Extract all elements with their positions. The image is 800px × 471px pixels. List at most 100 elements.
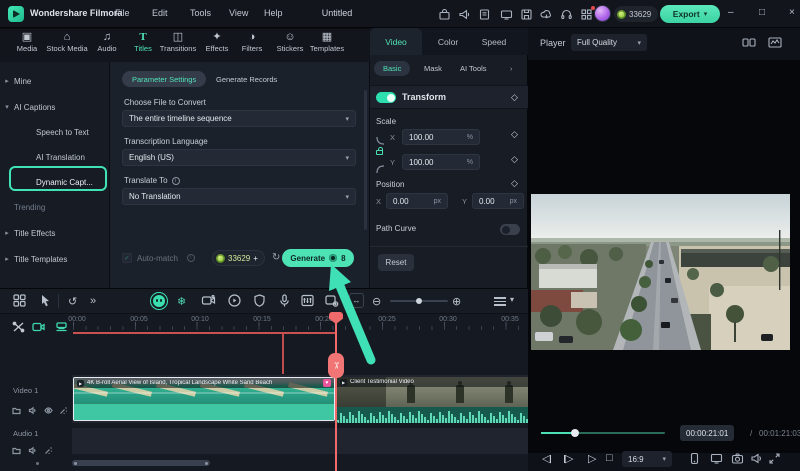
fit-timeline-icon[interactable]: ↔: [349, 293, 364, 308]
playback-progress-slider[interactable]: [541, 432, 665, 434]
menu-tools[interactable]: Tools: [190, 8, 211, 18]
chevron-down-icon[interactable]: ▾: [510, 295, 514, 304]
language-select[interactable]: English (US) ▾: [122, 149, 356, 166]
render-preview-icon[interactable]: [227, 293, 242, 313]
keyframe-diamond-icon[interactable]: ◇: [511, 92, 518, 103]
dual-screen-icon[interactable]: [742, 36, 756, 54]
timeline-horizontal-scrollbar[interactable]: [72, 460, 210, 466]
notes-icon[interactable]: [478, 8, 491, 21]
speed-ramp-camera-icon[interactable]: [201, 293, 216, 313]
speaker-icon[interactable]: [750, 452, 763, 470]
tv-display-icon[interactable]: [710, 452, 723, 470]
playhead-line[interactable]: [335, 313, 337, 471]
file-convert-select[interactable]: The entire timeline sequence ▾: [122, 110, 356, 127]
support-headset-icon[interactable]: [560, 8, 573, 21]
tab-video[interactable]: Video: [370, 28, 422, 55]
save-icon[interactable]: [520, 8, 533, 21]
split-scissors-badge[interactable]: ✂: [328, 353, 344, 378]
chevron-right-icon[interactable]: ›: [510, 64, 513, 73]
transform-toggle[interactable]: [376, 92, 396, 103]
tab-parameter-settings[interactable]: Parameter Settings: [122, 71, 206, 87]
tab-speed[interactable]: Speed: [474, 28, 514, 55]
quick-split-icon[interactable]: [12, 320, 25, 338]
testimonial-clip[interactable]: ▶ Client Testimonial Video: [337, 377, 528, 423]
reset-button[interactable]: Reset: [378, 254, 414, 271]
panel-scrollbar[interactable]: [364, 90, 367, 230]
wand-icon[interactable]: [59, 402, 68, 420]
tab-transitions[interactable]: ◫Transitions: [160, 31, 196, 53]
tab-generate-records[interactable]: Generate Records: [216, 75, 277, 84]
menu-view[interactable]: View: [229, 8, 248, 18]
cloud-download-icon[interactable]: [540, 8, 553, 21]
folder-icon[interactable]: [12, 442, 21, 460]
keyframe-diamond-icon[interactable]: ◇: [511, 129, 518, 140]
close-button[interactable]: ×: [789, 7, 795, 18]
tab-media[interactable]: ▣Media: [17, 31, 37, 53]
scope-waveform-icon[interactable]: [768, 36, 782, 54]
menu-file[interactable]: File: [115, 8, 130, 18]
record-voiceover-icon[interactable]: [277, 293, 292, 313]
select-cursor-icon[interactable]: [38, 293, 53, 313]
redo-icon[interactable]: »: [90, 295, 96, 307]
phone-preview-icon[interactable]: [688, 452, 701, 470]
beach-clip[interactable]: ▶ 4K B-roll Aerial View of Island, Tropi…: [73, 377, 335, 421]
track-camera-icon[interactable]: [32, 320, 45, 338]
menu-help[interactable]: Help: [264, 8, 283, 18]
ai-frost-effect-icon[interactable]: ❄: [177, 295, 186, 308]
scale-y-input[interactable]: 100.00 %: [402, 154, 480, 170]
scale-x-input[interactable]: 100.00 %: [402, 129, 480, 145]
store-icon[interactable]: [438, 8, 451, 21]
maximize-button[interactable]: □: [759, 7, 765, 18]
audio-mixer-icon[interactable]: [300, 293, 315, 313]
aspect-ratio-select[interactable]: 16:9 ▾: [622, 451, 672, 467]
minimize-button[interactable]: –: [728, 7, 734, 18]
tab-stickers[interactable]: ☺Stickers: [277, 31, 304, 53]
snapshot-camera-icon[interactable]: [731, 452, 744, 470]
timeline-zoom-slider[interactable]: [390, 300, 448, 302]
auto-match-checkbox[interactable]: ✓: [122, 253, 132, 263]
translate-select[interactable]: No Translation ▾: [122, 188, 356, 205]
auto-match-option[interactable]: ✓ Auto-match i: [122, 253, 195, 263]
stop-button[interactable]: □: [606, 452, 613, 464]
sidebar-item-trending[interactable]: Trending: [0, 196, 110, 218]
sidebar-item-title-templates[interactable]: ▸Title Templates: [0, 248, 110, 270]
eye-icon[interactable]: [44, 402, 53, 420]
tab-color[interactable]: Color: [428, 28, 468, 55]
position-x-input[interactable]: 0.00 px: [386, 193, 448, 209]
sidebar-item-speech-to-text[interactable]: Speech to Text: [0, 121, 110, 143]
timeline-ruler[interactable]: 00:00 00:05 00:10 00:15 00:20 00:25 00:3…: [0, 314, 528, 332]
user-avatar[interactable]: [594, 5, 611, 22]
tab-effects[interactable]: ✦Effects: [206, 31, 229, 53]
mute-speaker-icon[interactable]: [28, 402, 37, 420]
tab-titles[interactable]: TTitles: [134, 31, 152, 53]
undo-icon[interactable]: ↺: [68, 295, 77, 308]
scale-link-lock-icon[interactable]: [376, 150, 383, 155]
track-manager-icon[interactable]: [494, 295, 506, 308]
export-button[interactable]: Export ▾: [660, 5, 720, 23]
zoom-in-icon[interactable]: ⊕: [452, 295, 461, 308]
play-button[interactable]: ▷: [588, 452, 596, 465]
progress-thumb[interactable]: [571, 429, 579, 437]
next-frame-button[interactable]: ▷: [564, 452, 573, 465]
shield-icon[interactable]: [252, 293, 267, 313]
tab-templates[interactable]: ▦Templates: [310, 31, 344, 53]
tab-audio[interactable]: ♫Audio: [97, 31, 116, 53]
folder-icon[interactable]: [12, 402, 21, 420]
quality-select[interactable]: Full Quality ▾: [571, 34, 647, 51]
screen-recorder-icon[interactable]: [55, 320, 68, 338]
tab-filters[interactable]: ◑Filters: [242, 31, 262, 53]
mute-speaker-icon[interactable]: [28, 442, 37, 460]
media-bin-icon[interactable]: [12, 293, 27, 313]
refresh-icon[interactable]: ↻: [272, 252, 280, 263]
add-coins-icon[interactable]: +: [253, 254, 258, 263]
previous-frame-button[interactable]: ◁: [542, 452, 551, 465]
position-y-input[interactable]: 0.00 px: [472, 193, 524, 209]
subtab-mask[interactable]: Mask: [424, 64, 442, 73]
coin-balance[interactable]: 33629: [614, 6, 658, 22]
wand-icon[interactable]: [44, 442, 53, 460]
ai-assistant-icon[interactable]: [150, 292, 168, 310]
tab-stock-media[interactable]: ⌂Stock Media: [46, 31, 87, 53]
zoom-slider-thumb[interactable]: [416, 298, 422, 304]
fullscreen-icon[interactable]: [768, 452, 781, 470]
zoom-out-icon[interactable]: ⊖: [372, 295, 381, 308]
